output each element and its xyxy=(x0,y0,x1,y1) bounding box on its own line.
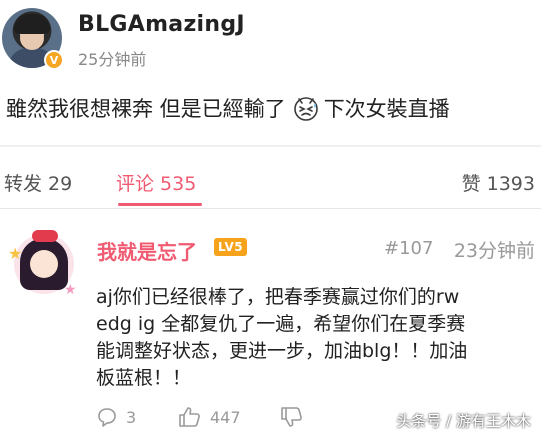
comment-item: ★ ★ 我就是忘了 LV5 #107 23分钟前 aj你们已经很棒了，把春季赛赢… xyxy=(0,210,541,437)
avatar-bow xyxy=(32,230,58,242)
comment-line: edg ig 全都复仇了一遍，希望你们在夏季赛 xyxy=(96,313,466,335)
post-text-part-2: 下次女裝直播 xyxy=(323,97,450,121)
post-username[interactable]: BLGAmazingJ xyxy=(78,12,245,37)
comment-line: aj你们已经很棒了，把春季赛赢过你们的rw xyxy=(96,286,460,308)
commenter-name[interactable]: 我就是忘了 xyxy=(97,236,197,265)
star-icon: ★ xyxy=(64,282,77,298)
post-text-part-1: 雖然我很想裸奔 但是已經輸了 xyxy=(6,97,286,121)
tab-comments[interactable]: 评论 535 xyxy=(116,169,196,196)
tab-repost[interactable]: 转发 29 xyxy=(4,169,72,196)
post-time: 25分钟前 xyxy=(78,50,147,69)
post-text: 雖然我很想裸奔 但是已經輸了 下次女裝直播 xyxy=(6,93,450,123)
reply-count: 3 xyxy=(126,407,137,427)
reply-button[interactable]: 3 xyxy=(96,406,136,428)
avatar-hair xyxy=(14,14,50,34)
verified-badge-icon: V xyxy=(44,50,64,70)
comment-floor-number: #107 xyxy=(384,238,434,259)
like-button[interactable]: 447 xyxy=(178,406,241,428)
star-icon: ★ xyxy=(8,244,23,263)
active-tab-indicator xyxy=(118,203,202,206)
reply-bubble-icon xyxy=(98,408,116,427)
watermark-text: 头条号 / 游有王木木 xyxy=(396,412,531,430)
dislike-button[interactable] xyxy=(280,406,312,428)
avatar-face xyxy=(30,250,58,278)
comment-line: 能调整好状态，更进一步，加油blg！！加油 xyxy=(96,340,468,362)
commenter-avatar[interactable]: ★ ★ xyxy=(8,220,80,304)
comment-time: 23分钟前 xyxy=(453,240,535,262)
level-badge: LV5 xyxy=(214,238,248,256)
comment-text: aj你们已经很棒了，把春季赛赢过你们的rw edg ig 全都复仇了一遍，希望你… xyxy=(96,284,526,392)
tab-likes[interactable]: 赞 1393 xyxy=(462,169,535,196)
comment-line: 板蓝根！！ xyxy=(96,367,192,389)
post-tabs: 转发 29 评论 535 赞 1393 xyxy=(0,147,541,209)
like-count: 447 xyxy=(210,407,241,427)
post-header: V BLGAmazingJ 25分钟前 xyxy=(0,0,541,82)
thumbs-down-icon xyxy=(281,407,302,427)
sweat-face-emoji-icon xyxy=(293,97,318,121)
thumbs-up-icon xyxy=(179,407,200,427)
